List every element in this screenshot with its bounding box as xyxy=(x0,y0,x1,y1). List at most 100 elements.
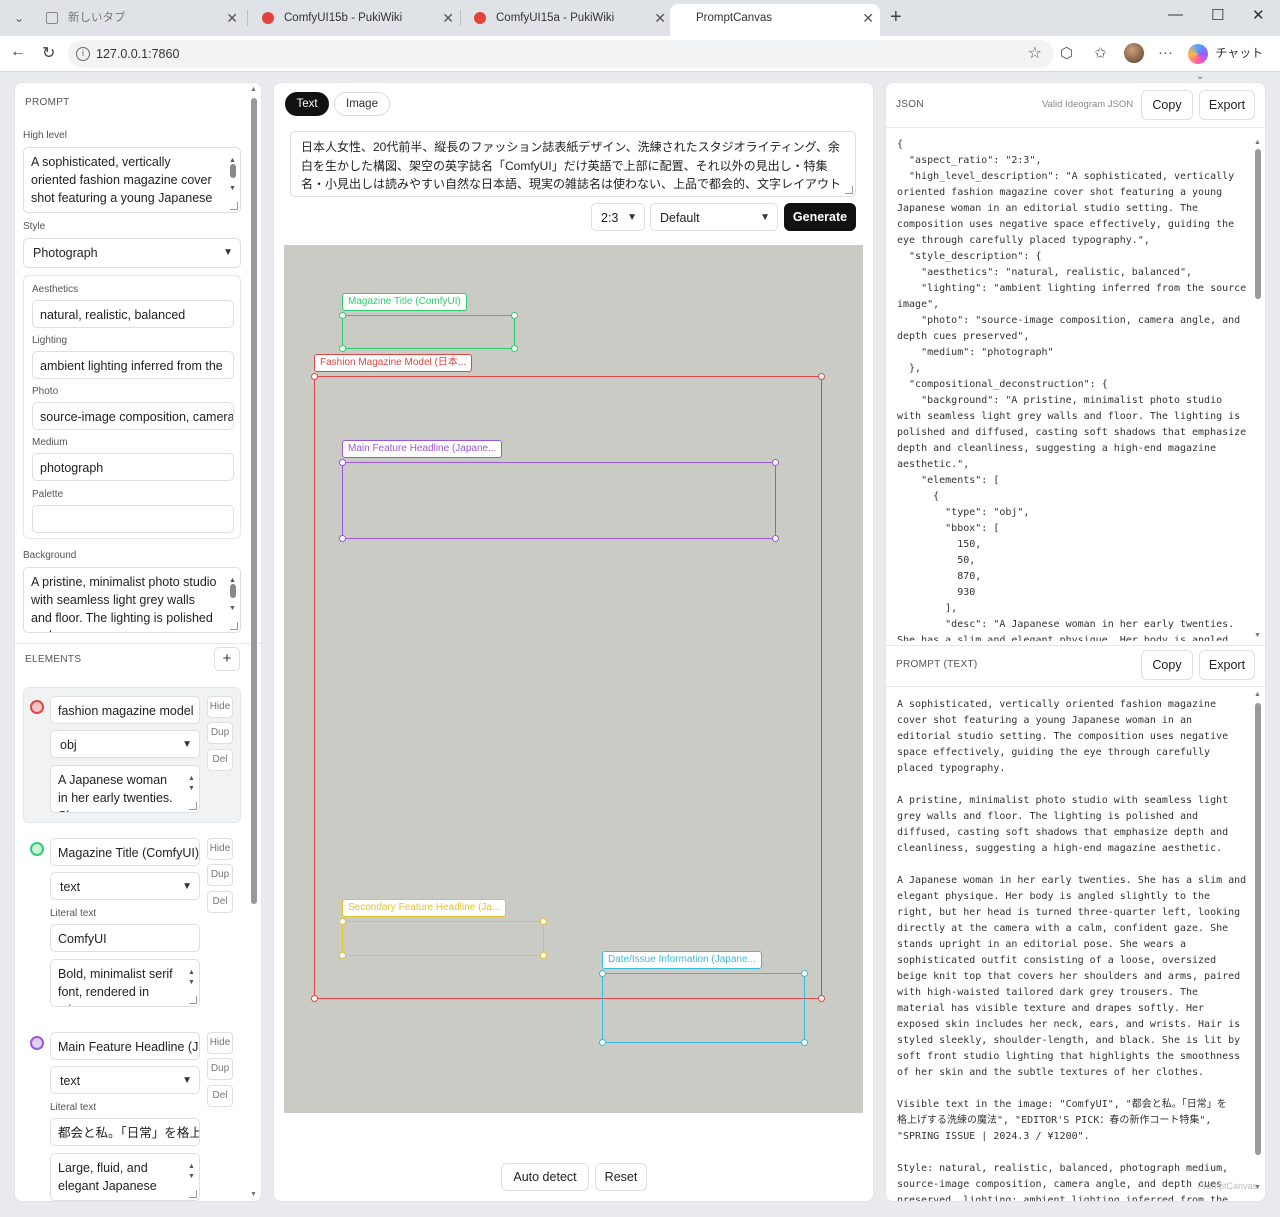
scroll-thumb[interactable] xyxy=(1255,149,1261,299)
bbox-date-issue[interactable]: Date/Issue Information (Japane... xyxy=(599,951,808,1046)
json-export-button[interactable]: Export xyxy=(1199,90,1255,120)
resize-handle[interactable] xyxy=(801,970,808,977)
left-panel-scrollbar[interactable]: ▲ ▼ xyxy=(250,86,258,1198)
scroll-up-icon[interactable]: ▲ xyxy=(250,86,257,93)
json-output[interactable]: { "aspect_ratio": "2:3", "high_level_des… xyxy=(897,137,1247,641)
scroll-thumb[interactable] xyxy=(230,164,236,178)
duplicate-element-button[interactable]: Dup xyxy=(207,864,233,886)
resize-handle[interactable] xyxy=(599,1039,606,1046)
literal-text-input[interactable]: ComfyUI xyxy=(50,924,200,952)
textarea-scrollbar[interactable] xyxy=(188,964,196,992)
resize-handle[interactable] xyxy=(339,535,346,542)
prompt-input-textarea[interactable]: 日本人女性、20代前半、縦長のファッション誌表紙デザイン、洗練されたスタジオライ… xyxy=(290,131,856,197)
element-desc-textarea[interactable]: Large, fluid, and elegant Japanese xyxy=(50,1153,200,1201)
element-type-select[interactable]: obj ▼ xyxy=(50,730,200,758)
new-tab-icon[interactable]: + xyxy=(890,6,902,29)
element-type-select[interactable]: text ▼ xyxy=(50,1066,200,1094)
element-desc-textarea[interactable]: A Japanese woman in her early twenties. … xyxy=(50,765,200,813)
resize-handle[interactable] xyxy=(540,952,547,959)
resize-handle[interactable] xyxy=(339,312,346,319)
json-copy-button[interactable]: Copy xyxy=(1141,90,1193,120)
lighting-input[interactable]: ambient lighting inferred from the xyxy=(32,351,234,379)
json-scrollbar[interactable]: ▲ ▼ xyxy=(1254,139,1262,639)
hide-element-button[interactable]: Hide xyxy=(207,696,233,718)
prompt-text-export-button[interactable]: Export xyxy=(1199,650,1255,680)
textarea-scrollbar[interactable] xyxy=(188,770,196,798)
delete-element-button[interactable]: Del xyxy=(207,1085,233,1107)
delete-element-button[interactable]: Del xyxy=(207,749,233,771)
more-menu-icon[interactable]: ··· xyxy=(1158,44,1173,61)
browser-tab-pukiwiki-15b[interactable]: ComfyUI15b - PukiWiki ✕ xyxy=(250,4,460,34)
resize-handle[interactable] xyxy=(511,345,518,352)
auto-detect-button[interactable]: Auto detect xyxy=(501,1163,589,1191)
literal-text-input[interactable]: 都会と私。「日常」を格上げ xyxy=(50,1118,200,1146)
scroll-thumb[interactable] xyxy=(251,98,257,904)
resize-handle[interactable] xyxy=(599,970,606,977)
hide-element-button[interactable]: Hide xyxy=(207,838,233,860)
layout-canvas[interactable]: Magazine Title (ComfyUI) Fashion Magazin… xyxy=(284,245,863,1113)
element-name-input[interactable]: Main Feature Headline (Japanese) xyxy=(50,1032,200,1060)
resize-handle[interactable] xyxy=(772,535,779,542)
resize-grip-icon[interactable] xyxy=(845,186,853,194)
favorites-icon[interactable]: ✩ xyxy=(1094,44,1107,62)
reset-button[interactable]: Reset xyxy=(595,1163,647,1191)
back-arrow-icon[interactable]: ← xyxy=(10,43,26,61)
scroll-thumb[interactable] xyxy=(230,584,236,598)
resize-handle[interactable] xyxy=(311,373,318,380)
bbox-secondary-headline[interactable]: Secondary Feature Headline (Ja... xyxy=(339,899,547,959)
browser-tab-newtab[interactable]: 新しいタブ ✕ xyxy=(34,4,244,34)
close-tab-icon[interactable]: ✕ xyxy=(862,4,874,32)
prompt-text-copy-button[interactable]: Copy xyxy=(1141,650,1193,680)
duplicate-element-button[interactable]: Dup xyxy=(207,1058,233,1080)
browser-tab-pukiwiki-15a[interactable]: ComfyUI15a - PukiWiki ✕ xyxy=(462,4,672,34)
tab-image[interactable]: Image xyxy=(334,92,390,116)
element-color-dot[interactable] xyxy=(30,700,44,714)
extensions-icon[interactable]: ⬡ xyxy=(1060,44,1073,62)
add-element-button[interactable]: + xyxy=(214,647,240,671)
element-name-input[interactable]: fashion magazine model xyxy=(50,696,200,724)
site-info-icon[interactable]: i xyxy=(76,47,90,61)
generate-button[interactable]: Generate xyxy=(784,203,856,231)
resize-handle[interactable] xyxy=(311,995,318,1002)
prompt-text-scrollbar[interactable]: ▲ ▼ xyxy=(1254,691,1262,1191)
duplicate-element-button[interactable]: Dup xyxy=(207,722,233,744)
high-level-textarea[interactable]: A sophisticated, vertically oriented fas… xyxy=(23,147,241,213)
resize-handle[interactable] xyxy=(818,373,825,380)
aesthetics-input[interactable]: natural, realistic, balanced xyxy=(32,300,234,328)
resize-grip-icon[interactable] xyxy=(230,622,238,630)
scroll-up-icon[interactable]: ▲ xyxy=(1254,691,1261,698)
resize-handle[interactable] xyxy=(339,952,346,959)
resize-handle[interactable] xyxy=(801,1039,808,1046)
minimize-icon[interactable]: — xyxy=(1168,6,1183,23)
bbox-magazine-title[interactable]: Magazine Title (ComfyUI) xyxy=(339,293,518,352)
maximize-icon[interactable]: ☐ xyxy=(1211,6,1224,24)
resize-grip-icon[interactable] xyxy=(230,202,238,210)
background-textarea[interactable]: A pristine, minimalist photo studio with… xyxy=(23,567,241,633)
resize-grip-icon[interactable] xyxy=(189,802,197,810)
style-select[interactable]: Photograph ▼ xyxy=(23,238,241,268)
resize-grip-icon[interactable] xyxy=(189,996,197,1004)
resize-handle[interactable] xyxy=(818,995,825,1002)
url-field[interactable]: i 127.0.0.1:7860 ☆ xyxy=(68,40,1054,68)
element-type-select[interactable]: text ▼ xyxy=(50,872,200,900)
resize-handle[interactable] xyxy=(540,918,547,925)
browser-tab-promptcanvas[interactable]: PromptCanvas ✕ xyxy=(670,4,880,36)
textarea-scrollbar[interactable] xyxy=(188,1158,196,1186)
hide-element-button[interactable]: Hide xyxy=(207,1032,233,1054)
scroll-down-icon[interactable]: ▼ xyxy=(1254,632,1261,639)
tab-actions-menu-icon[interactable]: ⌄ xyxy=(8,8,30,28)
prompt-text-output[interactable]: A sophisticated, vertically oriented fas… xyxy=(897,697,1247,1201)
profile-avatar[interactable] xyxy=(1124,43,1144,63)
close-tab-icon[interactable]: ✕ xyxy=(442,4,454,32)
element-color-dot[interactable] xyxy=(30,842,44,856)
preset-select[interactable]: Default ▼ xyxy=(650,203,778,231)
close-tab-icon[interactable]: ✕ xyxy=(654,4,666,32)
resize-handle[interactable] xyxy=(339,345,346,352)
resize-handle[interactable] xyxy=(772,459,779,466)
medium-input[interactable]: photograph xyxy=(32,453,234,481)
delete-element-button[interactable]: Del xyxy=(207,891,233,913)
resize-handle[interactable] xyxy=(511,312,518,319)
scroll-thumb[interactable] xyxy=(1255,703,1261,1155)
resize-grip-icon[interactable] xyxy=(189,1190,197,1198)
scroll-down-icon[interactable]: ▼ xyxy=(250,1191,257,1198)
